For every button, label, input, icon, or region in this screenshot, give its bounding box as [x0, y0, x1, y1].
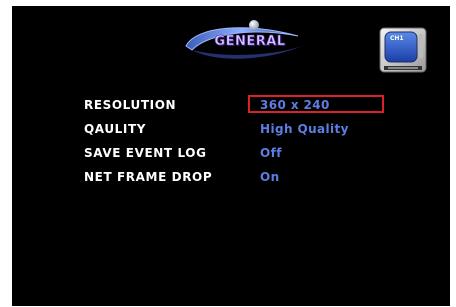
setting-value[interactable]: High Quality — [260, 122, 349, 136]
setting-label: RESOLUTION — [84, 98, 177, 112]
setting-value[interactable]: 360 x 240 — [260, 98, 330, 112]
osd-screen: GENERAL CH1 RESOLUTION 360 x 240 QAULITY… — [12, 6, 450, 306]
setting-row-quality[interactable]: QAULITY High Quality — [84, 120, 404, 144]
setting-label: QAULITY — [84, 122, 147, 136]
general-title-logo: GENERAL — [178, 16, 310, 68]
page-title: GENERAL — [214, 34, 286, 50]
settings-list: RESOLUTION 360 x 240 QAULITY High Qualit… — [84, 95, 404, 192]
camera-monitor-icon: CH1 — [378, 26, 430, 80]
channel-label: CH1 — [390, 35, 404, 42]
setting-value[interactable]: Off — [260, 146, 282, 160]
setting-row-net-frame-drop[interactable]: NET FRAME DROP On — [84, 168, 404, 192]
setting-row-resolution[interactable]: RESOLUTION 360 x 240 — [84, 95, 404, 120]
setting-label: SAVE EVENT LOG — [84, 146, 207, 160]
setting-row-save-event-log[interactable]: SAVE EVENT LOG Off — [84, 144, 404, 168]
setting-label: NET FRAME DROP — [84, 170, 213, 184]
setting-value[interactable]: On — [260, 170, 280, 184]
